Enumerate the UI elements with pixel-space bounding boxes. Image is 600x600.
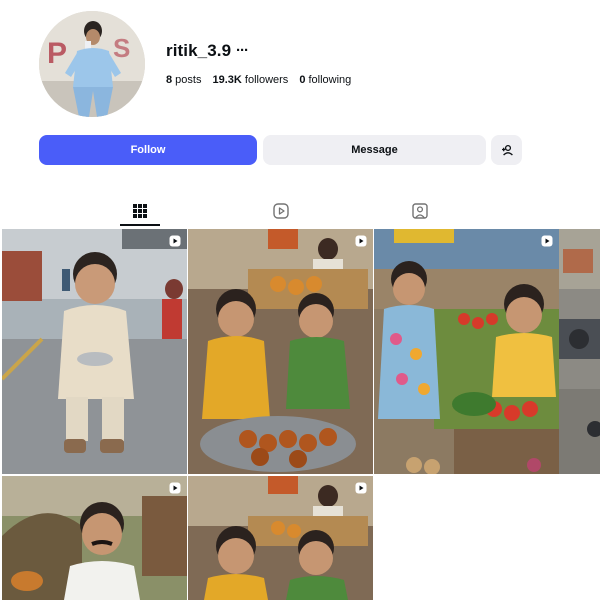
reels-icon [273,203,289,219]
profile-username: ritik_3.9 [166,41,232,60]
tab-posts[interactable] [120,200,160,222]
reel-icon [169,482,181,494]
svg-text:S: S [113,33,130,63]
grid-icon [133,204,147,218]
more-options-icon[interactable]: ··· [236,42,249,59]
suggest-accounts-button[interactable] [491,135,522,165]
following-label: following [305,74,352,86]
post-4[interactable] [559,229,600,474]
post-2[interactable] [188,229,373,474]
reel-icon [169,235,181,247]
reel-icon [355,235,367,247]
reel-icon [541,235,553,247]
follow-button[interactable]: Follow [39,135,257,165]
followers-count: 19.3K [212,74,242,86]
profile-avatar[interactable]: P S [39,11,145,117]
tab-reels[interactable] [261,200,301,222]
svg-text:P: P [47,37,67,70]
followers-label: followers [241,74,289,86]
add-person-icon [501,144,513,156]
message-button[interactable]: Message [263,135,486,165]
post-5[interactable] [2,476,187,600]
post-1[interactable] [2,229,187,474]
profile-tabs [0,196,600,226]
reel-icon [355,482,367,494]
followers-stat[interactable]: 19.3K followers [212,74,288,86]
posts-stat: 8 posts [166,74,201,86]
posts-label: posts [172,74,202,86]
tagged-icon [412,203,428,219]
profile-stats: 8 posts 19.3K followers 0 following [166,74,362,86]
active-tab-indicator [120,224,160,226]
following-stat[interactable]: 0 following [299,74,351,86]
profile-header: P S ritik_3.9 ··· 8 posts 19.3K follower… [0,0,600,180]
tab-tagged[interactable] [400,200,440,222]
post-6[interactable] [188,476,373,600]
post-3[interactable] [374,229,559,474]
